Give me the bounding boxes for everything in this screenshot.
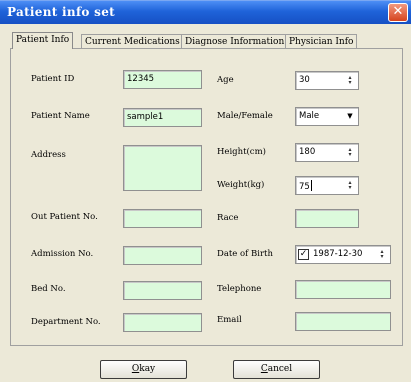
admission-no-input[interactable] — [123, 246, 202, 265]
spin-down-icon[interactable]: ▾ — [345, 185, 355, 191]
race-label: Race — [217, 213, 239, 223]
department-no-input[interactable] — [123, 313, 202, 332]
weight-spinbox[interactable]: 75 ▴ ▾ — [295, 176, 359, 195]
title-bar[interactable]: Patient info set ✕ — [0, 0, 411, 24]
dob-spin-buttons[interactable]: ▴ ▾ — [377, 249, 387, 260]
address-textarea[interactable] — [123, 145, 202, 191]
age-value: 30 — [299, 75, 310, 85]
dob-value: 1987-12-30 — [313, 249, 363, 259]
height-value: 180 — [299, 147, 316, 157]
close-icon[interactable]: ✕ — [388, 3, 408, 22]
bed-no-label: Bed No. — [31, 284, 66, 294]
weight-label: Weight(kg) — [217, 180, 265, 190]
tab-patient-info[interactable]: Patient Info — [12, 32, 74, 49]
dob-enable-checkbox[interactable]: ✓ — [298, 249, 309, 260]
patient-id-label: Patient ID — [31, 74, 75, 84]
text-caret — [310, 180, 312, 191]
cancel-mnemonic: C — [260, 364, 268, 374]
sex-label: Male/Female — [217, 111, 273, 121]
patient-id-input[interactable]: 12345 — [123, 70, 202, 89]
height-spin-buttons[interactable]: ▴ ▾ — [345, 147, 355, 158]
age-spin-buttons[interactable]: ▴ ▾ — [345, 75, 355, 86]
dialog-window: Patient info set ✕ Patient Info Current … — [0, 0, 411, 382]
age-spinbox[interactable]: 30 ▴ ▾ — [295, 71, 359, 90]
department-no-label: Department No. — [31, 317, 101, 327]
window-title: Patient info set — [7, 5, 116, 19]
race-input[interactable] — [295, 209, 359, 228]
okay-button[interactable]: Okay — [100, 360, 187, 379]
email-label: Email — [217, 315, 242, 325]
dob-label: Date of Birth — [217, 249, 273, 259]
dropdown-arrow-icon[interactable]: ▼ — [345, 110, 355, 122]
telephone-label: Telephone — [217, 284, 262, 294]
patient-name-label: Patient Name — [31, 111, 90, 121]
out-patient-no-input[interactable] — [123, 209, 202, 228]
cancel-button[interactable]: Cancel — [233, 360, 320, 379]
spin-down-icon[interactable]: ▾ — [345, 152, 355, 158]
spin-down-icon[interactable]: ▾ — [345, 80, 355, 86]
weight-spin-buttons[interactable]: ▴ ▾ — [345, 180, 355, 191]
patient-info-panel: Patient ID 12345 Patient Name sample1 Ad… — [10, 48, 403, 346]
age-label: Age — [217, 75, 234, 85]
admission-no-label: Admission No. — [31, 249, 94, 259]
sex-selected-value: Male — [299, 111, 320, 121]
dob-date-picker[interactable]: ✓ 1987-12-30 ▴ ▾ — [295, 245, 391, 264]
email-input[interactable] — [295, 312, 391, 331]
okay-label: kay — [139, 364, 156, 374]
out-patient-no-label: Out Patient No. — [31, 212, 98, 222]
weight-value: 75 — [299, 182, 310, 192]
height-label: Height(cm) — [217, 147, 266, 157]
address-label: Address — [31, 150, 66, 160]
height-spinbox[interactable]: 180 ▴ ▾ — [295, 143, 359, 162]
tab-diagnose-information[interactable]: Diagnose Information — [181, 34, 289, 49]
sex-select[interactable]: Male ▼ — [295, 107, 359, 126]
tab-current-medications[interactable]: Current Medications — [81, 34, 184, 49]
spin-down-icon[interactable]: ▾ — [377, 254, 387, 260]
bed-no-input[interactable] — [123, 281, 202, 300]
telephone-input[interactable] — [295, 280, 391, 299]
cancel-label: ancel — [267, 364, 293, 374]
patient-name-input[interactable]: sample1 — [123, 108, 202, 127]
tab-physician-info[interactable]: Physician Info — [285, 34, 358, 49]
